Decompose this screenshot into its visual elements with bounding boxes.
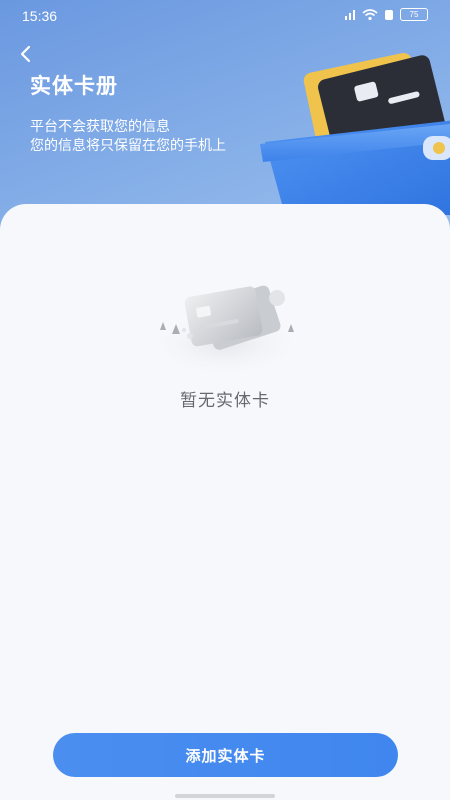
- back-button[interactable]: [12, 40, 40, 68]
- page-title: 实体卡册: [30, 74, 118, 98]
- empty-state-message: 暂无实体卡: [180, 391, 270, 411]
- status-icons: 75: [344, 8, 428, 21]
- network-icon: [345, 9, 355, 20]
- privacy-notice-line-1: 平台不会获取您的信息: [30, 119, 170, 135]
- content-panel: 暂无实体卡 添加实体卡: [0, 204, 450, 800]
- add-card-button[interactable]: 添加实体卡: [53, 733, 398, 777]
- chevron-left-icon: [20, 45, 31, 63]
- wifi-icon: [362, 8, 378, 20]
- status-time: 15:36: [22, 8, 58, 24]
- status-bar: 15:36 75: [0, 0, 450, 30]
- battery-icon: 75: [400, 8, 428, 21]
- privacy-notice: 平台不会获取您的信息 您的信息将只保留在您的手机上: [30, 118, 226, 156]
- notification-icon: [385, 9, 393, 20]
- privacy-notice-line-2: 您的信息将只保留在您的手机上: [30, 138, 226, 154]
- card-wallet-screen: 15:36 75 实体卡册 平台不会获取您的信息 您的信息将只保留在您的手机上 …: [0, 0, 450, 800]
- home-indicator: [175, 794, 275, 798]
- wallet-illustration: [260, 52, 450, 215]
- empty-cards-illustration: [145, 285, 305, 378]
